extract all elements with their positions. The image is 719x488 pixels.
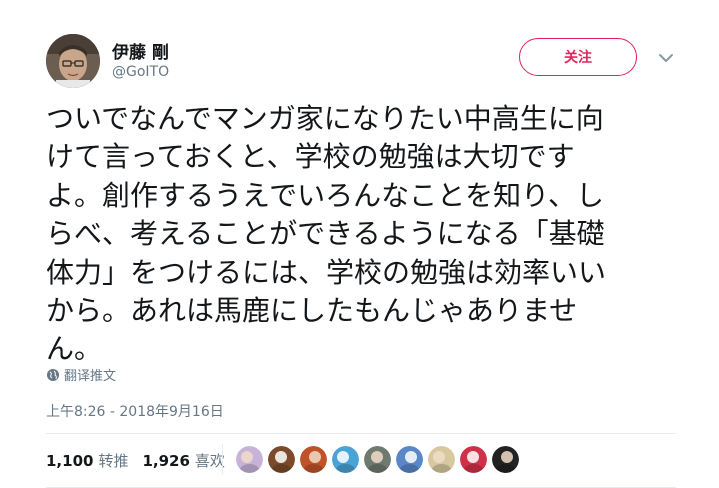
liker-avatar-4[interactable] bbox=[332, 446, 359, 473]
tweet-text-line: らべ、考えることができるようになる「基礎 bbox=[46, 217, 605, 251]
liker-avatar-2[interactable] bbox=[268, 446, 295, 473]
translate-label[interactable]: 翻译推文 bbox=[64, 365, 116, 384]
liker-avatar-8[interactable] bbox=[460, 446, 487, 473]
user-handle[interactable]: @GoITO bbox=[112, 64, 169, 80]
likes-label: 喜欢 bbox=[194, 452, 225, 470]
tweet-stats: 1,100 转推 1,926 喜欢 bbox=[46, 450, 225, 471]
tweet-text-line: ついでなんでマンガ家になりたい中高生に向 bbox=[46, 102, 604, 135]
liker-avatar-3[interactable] bbox=[300, 446, 327, 473]
stats-divider bbox=[222, 444, 223, 474]
tweet-text-line: ん。 bbox=[46, 332, 103, 366]
translate-tweet-link[interactable]: 翻译推文 bbox=[46, 365, 116, 384]
likes-stat[interactable]: 1,926 喜欢 bbox=[142, 450, 224, 471]
retweets-stat[interactable]: 1,100 转推 bbox=[46, 450, 128, 471]
follow-button[interactable]: 关注 bbox=[519, 38, 637, 76]
tweet-text-line: けて言っておくと、学校の勉強は大切です bbox=[46, 140, 575, 174]
tweet-text-line: よ。創作するうえでいろんなことを知り、し bbox=[46, 178, 605, 212]
tweet-text-line: から。あれは馬鹿にしたもんじゃありませ bbox=[46, 294, 578, 328]
avatar-photo-icon bbox=[46, 34, 100, 88]
liker-avatar-1[interactable] bbox=[236, 446, 263, 473]
chevron-down-icon[interactable] bbox=[658, 50, 674, 64]
display-name[interactable]: 伊藤 剛 bbox=[112, 38, 169, 63]
liker-avatar-6[interactable] bbox=[396, 446, 423, 473]
retweets-label: 转推 bbox=[98, 452, 129, 470]
user-avatar[interactable] bbox=[46, 34, 100, 88]
tweet-text-line: 体力」をつけるには、学校の勉強は効率いい bbox=[46, 255, 607, 289]
tweet-card: 伊藤 剛 @GoITO 关注 ついでなんでマンガ家になりたい中高生に向 けて言っ… bbox=[0, 0, 719, 488]
globe-icon bbox=[47, 368, 59, 381]
liker-avatar-9[interactable] bbox=[492, 446, 519, 473]
liker-avatar-5[interactable] bbox=[364, 446, 391, 473]
retweets-count: 1,100 bbox=[46, 452, 94, 470]
liker-avatar-7[interactable] bbox=[428, 446, 455, 473]
tweet-timestamp[interactable]: 上午8:26 - 2018年9月16日 bbox=[46, 401, 224, 421]
tweet-text: ついでなんでマンガ家になりたい中高生に向 けて言っておくと、学校の勉強は大切です… bbox=[46, 100, 682, 369]
likes-count: 1,926 bbox=[142, 452, 190, 470]
likers-list bbox=[236, 446, 519, 473]
divider bbox=[46, 433, 676, 434]
